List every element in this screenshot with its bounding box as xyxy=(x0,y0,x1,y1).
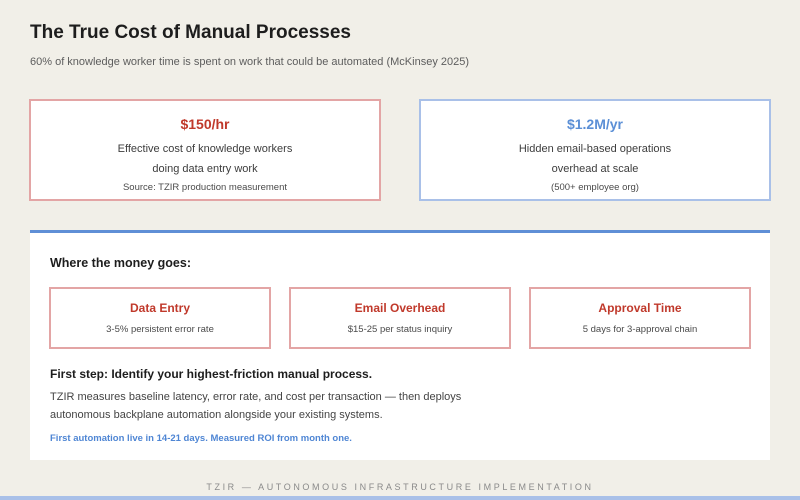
first-step-heading: First step: Identify your highest-fricti… xyxy=(50,367,373,381)
cost-card-description: 5 days for 3-approval chain xyxy=(582,324,698,335)
cost-card-approval-time: Approval Time 5 days for 3-approval chai… xyxy=(529,287,751,349)
page-subtitle: 60% of knowledge worker time is spent on… xyxy=(30,56,470,68)
stat-description: Effective cost of knowledge workers doin… xyxy=(31,139,379,179)
cost-card-description: $15-25 per status inquiry xyxy=(347,324,453,335)
footer-tagline: TZIR — AUTONOMOUS INFRASTRUCTURE IMPLEME… xyxy=(206,482,594,492)
cost-card-data-entry: Data Entry 3-5% persistent error rate xyxy=(49,287,271,349)
cost-card-title: Data Entry xyxy=(129,301,191,315)
cost-card-title: Approval Time xyxy=(598,301,682,315)
stat-card-hourly-cost: $150/hr Effective cost of knowledge work… xyxy=(29,99,381,201)
breakdown-heading: Where the money goes: xyxy=(50,256,191,270)
stat-source-note: (500+ employee org) xyxy=(551,182,639,193)
cost-card-title: Email Overhead xyxy=(354,301,446,315)
stat-description-line: overhead at scale xyxy=(551,163,639,175)
cost-breakdown-panel: Where the money goes: Data Entry 3-5% pe… xyxy=(30,230,770,460)
stat-description-line: Effective cost of knowledge workers xyxy=(117,143,293,155)
stat-source-note: Source: TZIR production measurement xyxy=(122,182,288,193)
stat-card-annual-overhead: $1.2M/yr Hidden email-based operations o… xyxy=(419,99,771,201)
stat-value: $150/hr xyxy=(180,116,230,132)
roi-callout: First automation live in 14-21 days. Mea… xyxy=(50,433,352,444)
stat-description-line: Hidden email-based operations xyxy=(518,143,672,155)
page-title: The True Cost of Manual Processes xyxy=(30,22,351,43)
stat-value: $1.2M/yr xyxy=(566,116,624,132)
bottom-accent-bar xyxy=(0,496,800,500)
stat-description: Hidden email-based operations overhead a… xyxy=(421,139,769,179)
stat-description-line: doing data entry work xyxy=(152,163,258,175)
cost-card-description: 3-5% persistent error rate xyxy=(106,324,214,335)
cost-card-email-overhead: Email Overhead $15-25 per status inquiry xyxy=(289,287,511,349)
first-step-body: TZIR measures baseline latency, error ra… xyxy=(50,391,462,421)
